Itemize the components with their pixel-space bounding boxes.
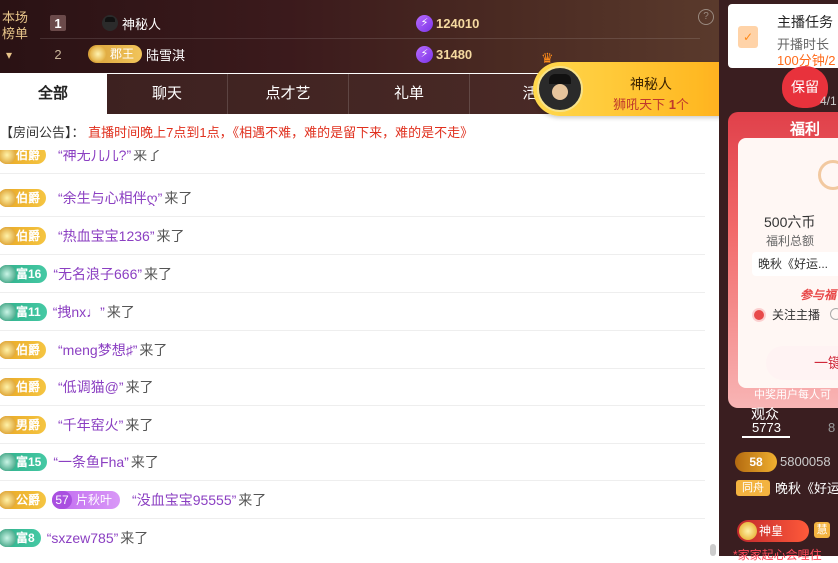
noble-badge: 郡王 <box>88 45 143 63</box>
list-item: 富16 “无名浪子666” 来了 <box>0 255 705 293</box>
wealth-badge: 富15 <box>0 452 48 471</box>
join-label: 参与福 <box>800 288 837 302</box>
came-text: 来了 <box>133 150 162 163</box>
task-title: 主播任务 <box>777 14 833 30</box>
fan-badge: 57 片秋叶 <box>52 490 121 509</box>
tong-badge: 同舟 <box>736 480 770 496</box>
came-text: 来了 <box>156 227 185 244</box>
checklist-icon: ✓ <box>738 26 758 48</box>
user-name[interactable]: “没血宝宝95555” <box>132 490 236 510</box>
radio-checked-icon <box>752 307 766 322</box>
scrollbar[interactable] <box>709 150 717 556</box>
noble-badge: 神皇 <box>737 520 809 542</box>
radio-unchecked-icon[interactable] <box>830 308 838 320</box>
avatar <box>102 15 118 31</box>
user-name[interactable]: “神无几几?” <box>58 150 131 165</box>
tab-all[interactable]: 全部 <box>0 74 107 114</box>
anchor-task-card[interactable]: ✓ 主播任务 开播时长 100分钟/2 <box>728 4 838 68</box>
came-text: 来了 <box>125 378 154 395</box>
rank-number: 1 <box>50 15 66 31</box>
rank-row[interactable]: 1 神秘人 ⚡ 124010 <box>40 8 700 39</box>
prize-name: 晚秋《好运... <box>752 252 838 276</box>
noble-badge: 男爵 <box>0 415 47 434</box>
level-badge: 58 <box>735 452 777 472</box>
chat-list: 伯爵 “神无几几?” 来了 伯爵 “余生与心相伴ღ” 来了 伯爵 “热血宝宝12… <box>0 150 705 556</box>
wealth-badge: 富11 <box>0 302 47 321</box>
tab-talent[interactable]: 点才艺 <box>228 74 349 114</box>
one-click-join-button[interactable]: 一键 <box>766 346 838 380</box>
rank-user-name: 神秘人 <box>122 16 162 32</box>
second-tab-count: 8 <box>828 420 836 435</box>
came-text: 来了 <box>125 416 154 433</box>
welfare-note: 中奖用户每人可 <box>754 389 831 401</box>
follow-anchor-label: 关注主播 <box>772 308 821 322</box>
came-text: 来了 <box>130 453 159 470</box>
user-name[interactable]: “sxzew785” <box>47 530 119 546</box>
rank-score-value: 124010 <box>436 15 480 31</box>
help-icon[interactable]: ? <box>698 9 714 25</box>
list-item: 伯爵 “余生与心相伴ღ” 来了 <box>0 179 705 217</box>
audience-note: *家家起心会哩住 <box>733 548 822 562</box>
user-id: 5800058 <box>780 454 831 469</box>
follow-anchor-option[interactable]: 关注主播 <box>752 306 820 323</box>
rank-number: 2 <box>54 46 62 62</box>
chevron-down-icon[interactable]: ▾ <box>6 48 12 62</box>
list-item: 富8 “sxzew785” 来了 <box>0 519 705 556</box>
fan-level: 57 <box>52 490 73 509</box>
welfare-amount-label: 福利总额 <box>766 234 815 248</box>
noble-badge: 公爵 <box>0 490 47 509</box>
came-text: 来了 <box>139 341 168 358</box>
list-item: 公爵 57 片秋叶 “没血宝宝95555” 来了 <box>0 481 705 519</box>
audience-count: 5773 <box>752 420 781 435</box>
rank-label[interactable]: 本场榜单 <box>2 10 32 42</box>
user-name[interactable]: “无名浪子666” <box>53 264 142 284</box>
announcement-text: 直播时间晚上7点到1点，《相遇不难，难的是留下来，难的是不走》 <box>88 125 474 140</box>
list-item: 男爵 “千年窑火” 来了 <box>0 406 705 444</box>
rank-score-value: 31480 <box>436 46 473 62</box>
noble-badge: 伯爵 <box>0 226 47 245</box>
came-text: 来了 <box>144 265 173 282</box>
noble-badge: 伯爵 <box>0 340 47 359</box>
lightning-icon: ⚡ <box>416 45 433 63</box>
small-badge: 慧 <box>814 522 830 538</box>
user-name[interactable]: “低调猫@” <box>58 377 124 397</box>
scrollbar-thumb[interactable] <box>710 544 716 556</box>
list-item: 伯爵 “热血宝宝1236” 来了 <box>0 217 705 255</box>
room-announcement: 【房间公告】： 直播时间晚上7点到1点，《相遇不难，难的是留下来，难的是不走》 <box>0 122 719 140</box>
wealth-badge: 富8 <box>0 528 41 547</box>
user-name[interactable]: “一条鱼Fha” <box>53 452 128 472</box>
right-hint: 4/1 好 <box>820 94 838 108</box>
list-item: 富15 “一条鱼Fha” 来了 <box>0 443 705 481</box>
lightning-icon: ⚡ <box>416 14 433 32</box>
wealth-badge: 富16 <box>0 264 48 283</box>
noble-badge: 伯爵 <box>0 377 47 396</box>
list-item: 富11 “拽nx♩” 来了 <box>0 293 705 331</box>
rank-user-name: 陆雪淇 <box>146 47 186 63</box>
welfare-tag: 福利 <box>790 121 821 138</box>
user-name[interactable]: “拽nx♩” <box>53 302 105 322</box>
list-item: 伯爵 “神无几几?” 来了 <box>0 150 705 174</box>
user-name[interactable]: “热血宝宝1236” <box>58 226 154 246</box>
user-name[interactable]: “余生与心相伴ღ” <box>58 188 162 208</box>
audience-user-name[interactable]: 晚秋《好运 <box>775 478 838 497</box>
tab-chat[interactable]: 聊天 <box>107 74 228 114</box>
came-text: 来了 <box>106 303 135 320</box>
rank-score: ⚡ 124010 <box>416 14 480 32</box>
rank-score: ⚡ 31480 <box>416 45 473 63</box>
came-text: 来了 <box>164 189 193 206</box>
welfare-amount: 500六币 <box>764 214 816 230</box>
noble-badge: 伯爵 <box>0 188 47 207</box>
tab-gift-list[interactable]: 礼单 <box>349 74 470 114</box>
tab-underline <box>742 436 790 438</box>
announcement-label: 【房间公告】： <box>0 125 85 140</box>
user-name[interactable]: “千年窑火” <box>58 415 123 435</box>
list-item: 伯爵 “低调猫@” 来了 <box>0 368 705 406</box>
noble-badge: 伯爵 <box>0 150 47 164</box>
list-item: 伯爵 “meng梦想♯” 来了 <box>0 331 705 369</box>
user-name[interactable]: “meng梦想♯” <box>58 340 137 360</box>
fan-name: 片秋叶 <box>76 493 113 507</box>
came-text: 来了 <box>120 529 149 546</box>
crown-icon: ♛ <box>541 50 554 66</box>
came-text: 来了 <box>238 491 267 508</box>
